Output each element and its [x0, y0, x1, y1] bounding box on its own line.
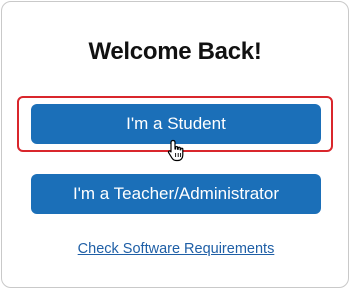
- teacher-administrator-button-label: I'm a Teacher/Administrator: [72, 184, 280, 203]
- hand-pointer-icon: [167, 139, 189, 163]
- student-button[interactable]: I'm a Student: [31, 104, 321, 144]
- check-software-requirements-link[interactable]: Check Software Requirements: [0, 241, 352, 257]
- welcome-title: Welcome Back!: [88, 38, 262, 65]
- teacher-administrator-button[interactable]: I'm a Teacher/Administrator: [31, 174, 321, 214]
- student-button-label: I'm a Student: [126, 114, 226, 133]
